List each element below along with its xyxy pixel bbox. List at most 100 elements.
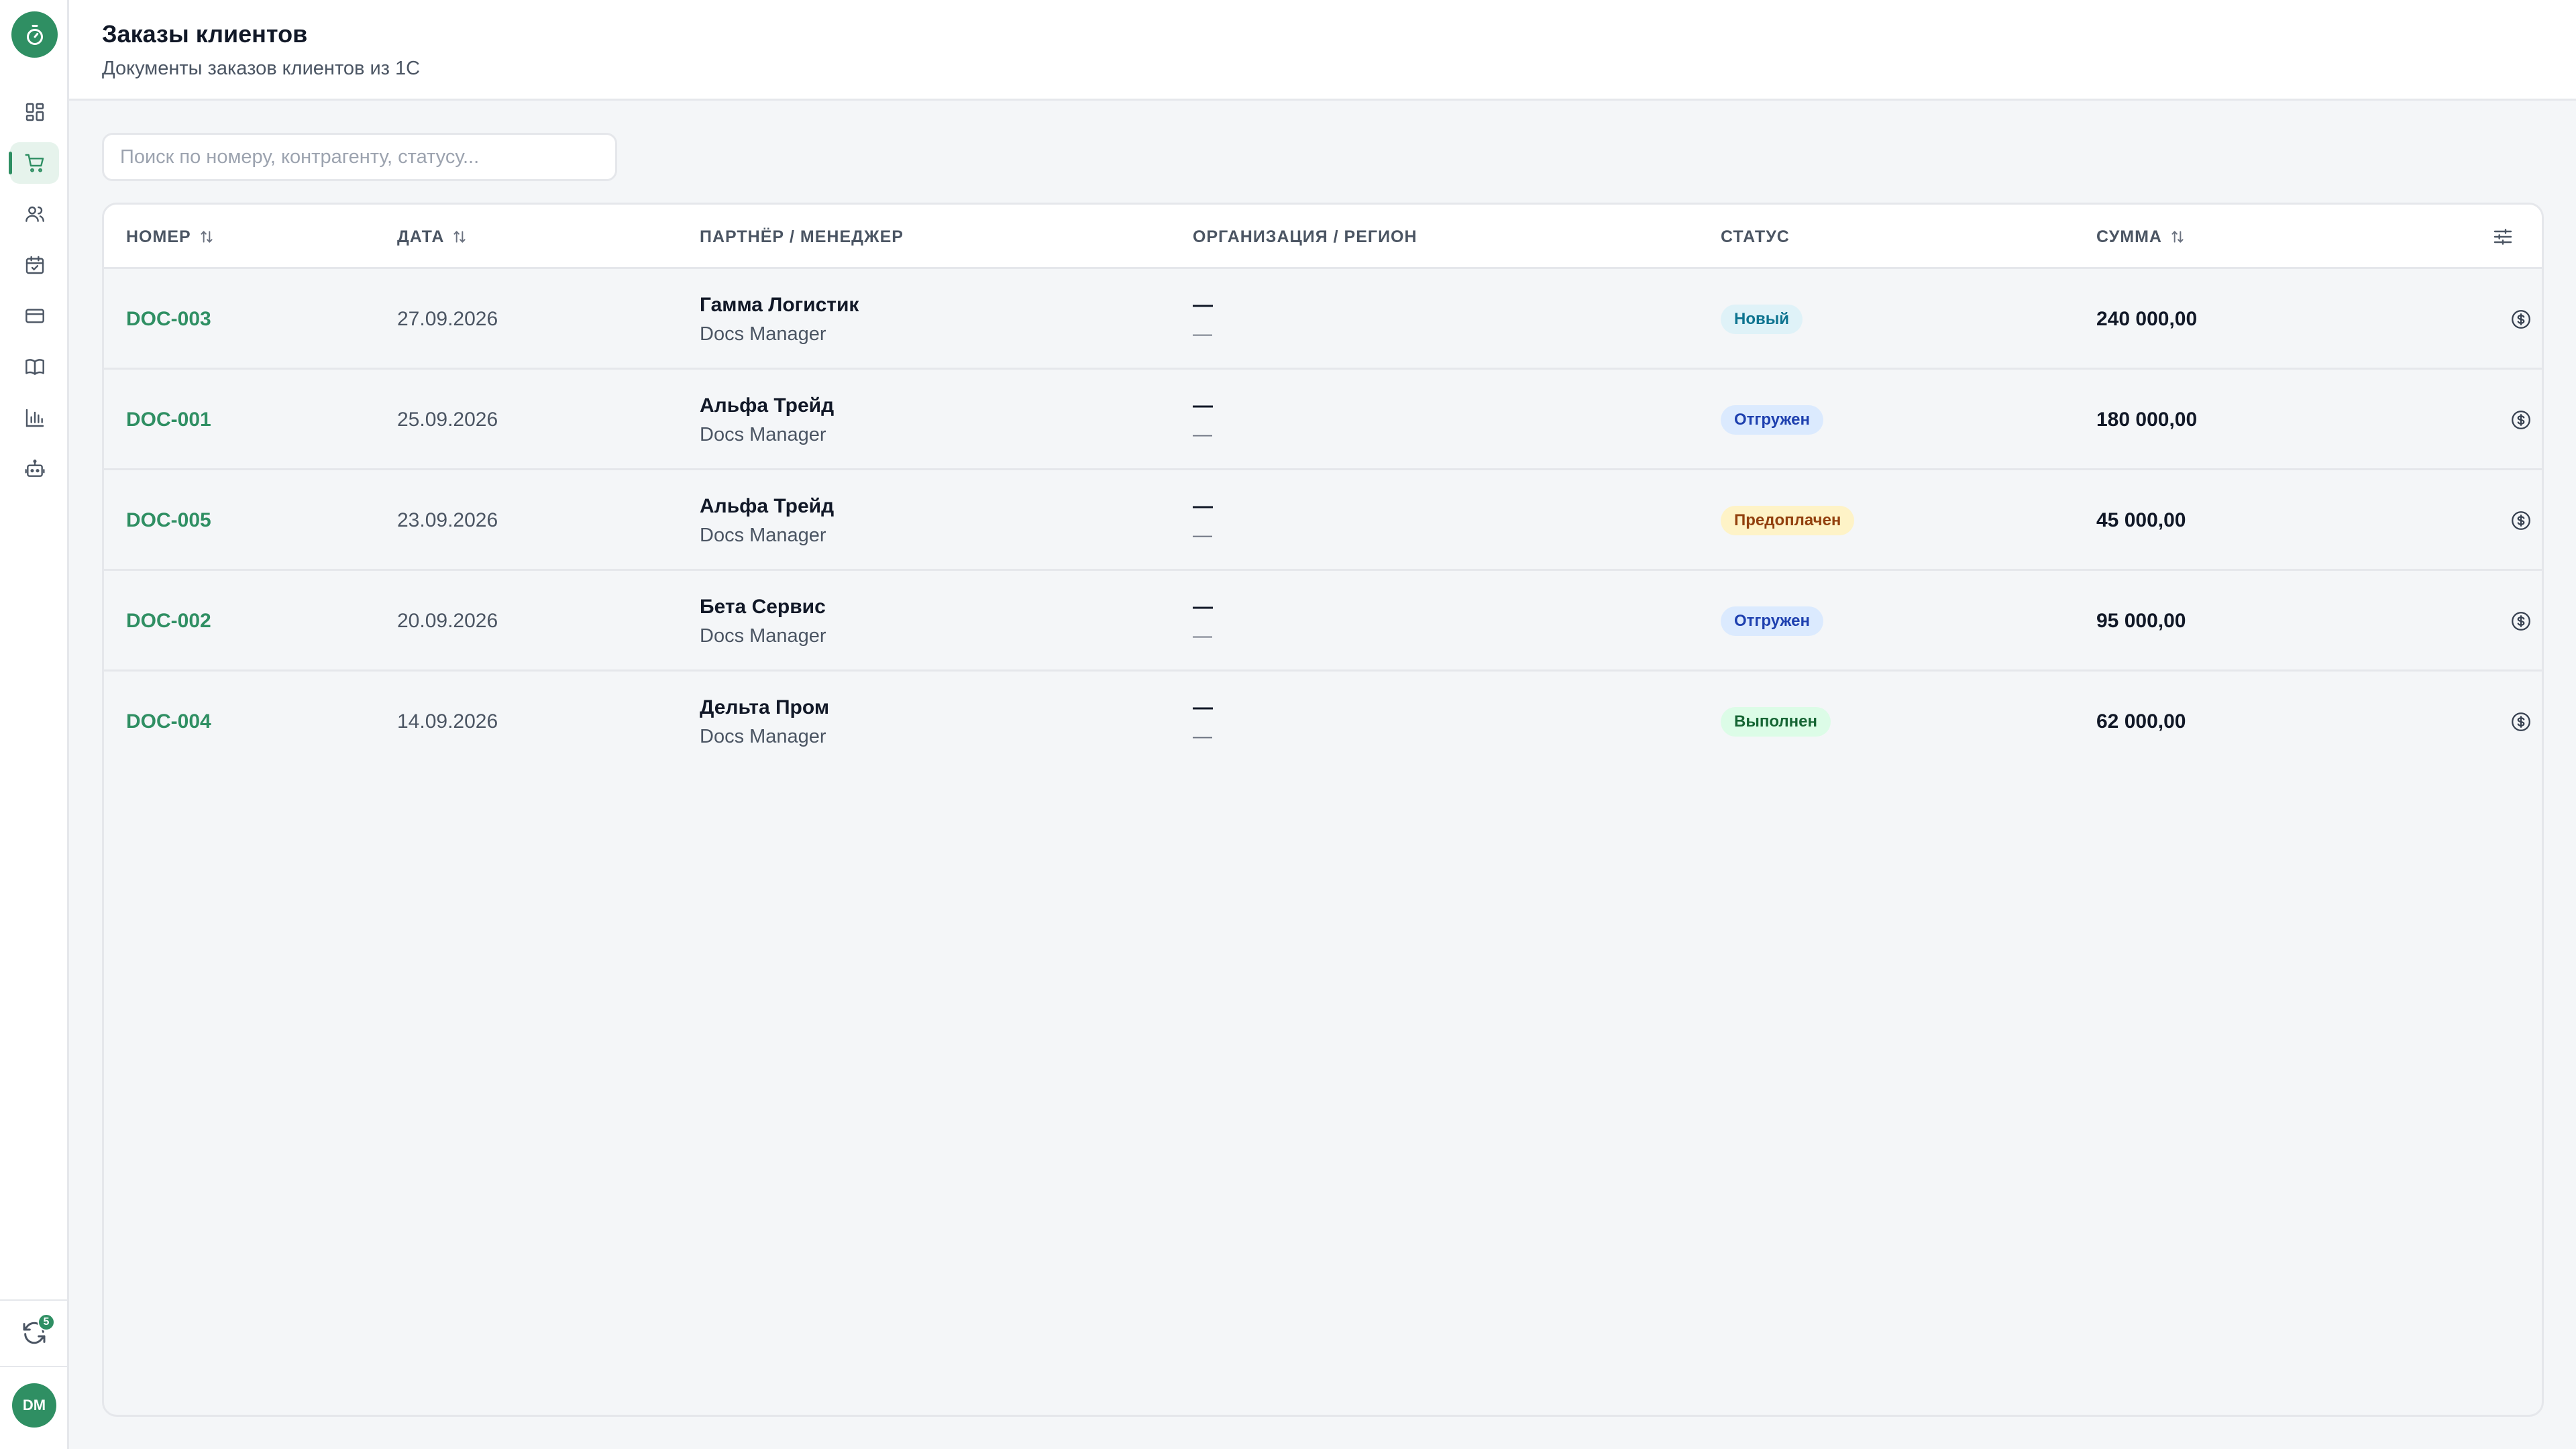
partner-name: Альфа Трейд (700, 394, 835, 417)
sync-button[interactable]: 5 (17, 1313, 55, 1350)
order-sum: 240 000,00 (2096, 308, 2198, 330)
order-sum: 95 000,00 (2096, 610, 2186, 632)
sidebar-item-assistant[interactable] (10, 448, 59, 490)
order-sum: 62 000,00 (2096, 710, 2186, 733)
column-sum-label: СУММА (2096, 227, 2162, 246)
payment-button[interactable] (2510, 571, 2532, 672)
sync-count-badge: 5 (38, 1313, 55, 1331)
status-badge: Новый (1721, 305, 1803, 334)
sidebar-divider (0, 1299, 67, 1301)
region: — (1193, 524, 1212, 546)
order-number-link[interactable]: DOC-001 (126, 409, 211, 431)
status-badge: Выполнен (1721, 707, 1831, 737)
sidebar-item-catalog[interactable] (10, 346, 59, 388)
sidebar-item-payments[interactable] (10, 295, 59, 337)
book-icon (25, 359, 44, 375)
sort-icon (2171, 231, 2184, 243)
column-date[interactable]: ДАТА (397, 205, 468, 269)
column-status: СТАТУС (1721, 205, 1790, 269)
organization: — (1193, 595, 1213, 618)
table-row[interactable]: DOC-001 25.09.2026 Альфа Трейд Docs Mana… (104, 370, 2542, 470)
organization: — (1193, 394, 1213, 417)
order-number-link[interactable]: DOC-004 (126, 710, 211, 733)
calendar-icon (25, 256, 44, 274)
manager-name: Docs Manager (700, 625, 826, 647)
organization: — (1193, 696, 1213, 718)
payment-button[interactable] (2510, 370, 2532, 470)
payment-button[interactable] (2510, 470, 2532, 571)
region: — (1193, 725, 1212, 747)
column-date-label: ДАТА (397, 227, 445, 246)
region: — (1193, 625, 1212, 647)
sidebar-item-reports[interactable] (10, 397, 59, 439)
sort-icon (453, 231, 466, 243)
orders-table: НОМЕР ДАТА ПАРТНЁР / МЕНЕДЖЕР ОРГАНИЗАЦИ… (102, 203, 2544, 1417)
status-badge: Отгружен (1721, 606, 1823, 636)
sidebar-item-clients[interactable] (10, 193, 59, 235)
dollar-circle-icon (2512, 612, 2530, 631)
table-row[interactable]: DOC-005 23.09.2026 Альфа Трейд Docs Mana… (104, 470, 2542, 571)
payment-button[interactable] (2510, 672, 2532, 772)
column-partner-label: ПАРТНЁР / МЕНЕДЖЕР (700, 227, 904, 246)
manager-name: Docs Manager (700, 524, 826, 546)
stopwatch-icon (26, 24, 43, 45)
table-row[interactable]: DOC-002 20.09.2026 Бета Сервис Docs Mana… (104, 571, 2542, 672)
dollar-circle-icon (2512, 511, 2530, 530)
column-number-label: НОМЕР (126, 227, 191, 246)
column-partner: ПАРТНЁР / МЕНЕДЖЕР (700, 205, 904, 269)
status-badge: Предоплачен (1721, 506, 1855, 535)
manager-name: Docs Manager (700, 423, 826, 445)
order-number-link[interactable]: DOC-005 (126, 509, 211, 532)
order-number-link[interactable]: DOC-003 (126, 308, 211, 331)
sliders-icon (2493, 229, 2512, 245)
bar-chart-icon (25, 409, 44, 427)
order-sum: 45 000,00 (2096, 509, 2186, 531)
sidebar-item-dashboard[interactable] (10, 91, 59, 133)
sort-icon (201, 231, 213, 243)
partner-name: Бета Сервис (700, 595, 826, 618)
order-date: 20.09.2026 (397, 610, 498, 632)
page-header: Заказы клиентов Документы заказов клиент… (69, 0, 2576, 101)
avatar[interactable]: DM (12, 1383, 56, 1428)
sidebar-divider (0, 1366, 67, 1367)
order-sum: 180 000,00 (2096, 409, 2198, 431)
organization: — (1193, 494, 1213, 517)
dollar-circle-icon (2512, 712, 2530, 731)
sidebar: 5 DM (0, 0, 69, 1449)
region: — (1193, 423, 1212, 445)
partner-name: Гамма Логистик (700, 293, 859, 316)
dollar-circle-icon (2512, 411, 2530, 429)
table-row[interactable]: DOC-004 14.09.2026 Дельта Пром Docs Mana… (104, 672, 2542, 772)
partner-name: Альфа Трейд (700, 494, 835, 517)
app-logo[interactable] (11, 11, 58, 58)
region: — (1193, 323, 1212, 345)
sidebar-item-orders[interactable] (9, 142, 59, 184)
table-row[interactable]: DOC-003 27.09.2026 Гамма Логистик Docs M… (104, 269, 2542, 370)
partner-name: Дельта Пром (700, 696, 830, 718)
manager-name: Docs Manager (700, 323, 826, 345)
dashboard-icon (25, 103, 44, 121)
order-date: 23.09.2026 (397, 509, 498, 531)
order-date: 25.09.2026 (397, 409, 498, 431)
users-icon (25, 206, 44, 222)
column-settings-button[interactable] (2491, 225, 2515, 249)
column-sum[interactable]: СУММА (2096, 205, 2186, 269)
order-date: 14.09.2026 (397, 710, 498, 733)
search-input[interactable] (102, 133, 617, 181)
cart-icon (24, 154, 44, 172)
order-number-link[interactable]: DOC-002 (126, 610, 211, 633)
column-number[interactable]: НОМЕР (126, 205, 215, 269)
order-date: 27.09.2026 (397, 308, 498, 330)
card-icon (25, 309, 44, 323)
bot-icon (24, 460, 45, 477)
table-header: НОМЕР ДАТА ПАРТНЁР / МЕНЕДЖЕР ОРГАНИЗАЦИ… (104, 205, 2542, 269)
payment-button[interactable] (2510, 269, 2532, 370)
column-org-label: ОРГАНИЗАЦИЯ / РЕГИОН (1193, 227, 1417, 246)
organization: — (1193, 293, 1213, 316)
manager-name: Docs Manager (700, 725, 826, 747)
page-title: Заказы клиентов (102, 20, 308, 48)
sidebar-item-calendar[interactable] (10, 244, 59, 286)
page-subtitle: Документы заказов клиентов из 1С (102, 58, 421, 79)
column-org: ОРГАНИЗАЦИЯ / РЕГИОН (1193, 205, 1417, 269)
dollar-circle-icon (2512, 310, 2530, 329)
